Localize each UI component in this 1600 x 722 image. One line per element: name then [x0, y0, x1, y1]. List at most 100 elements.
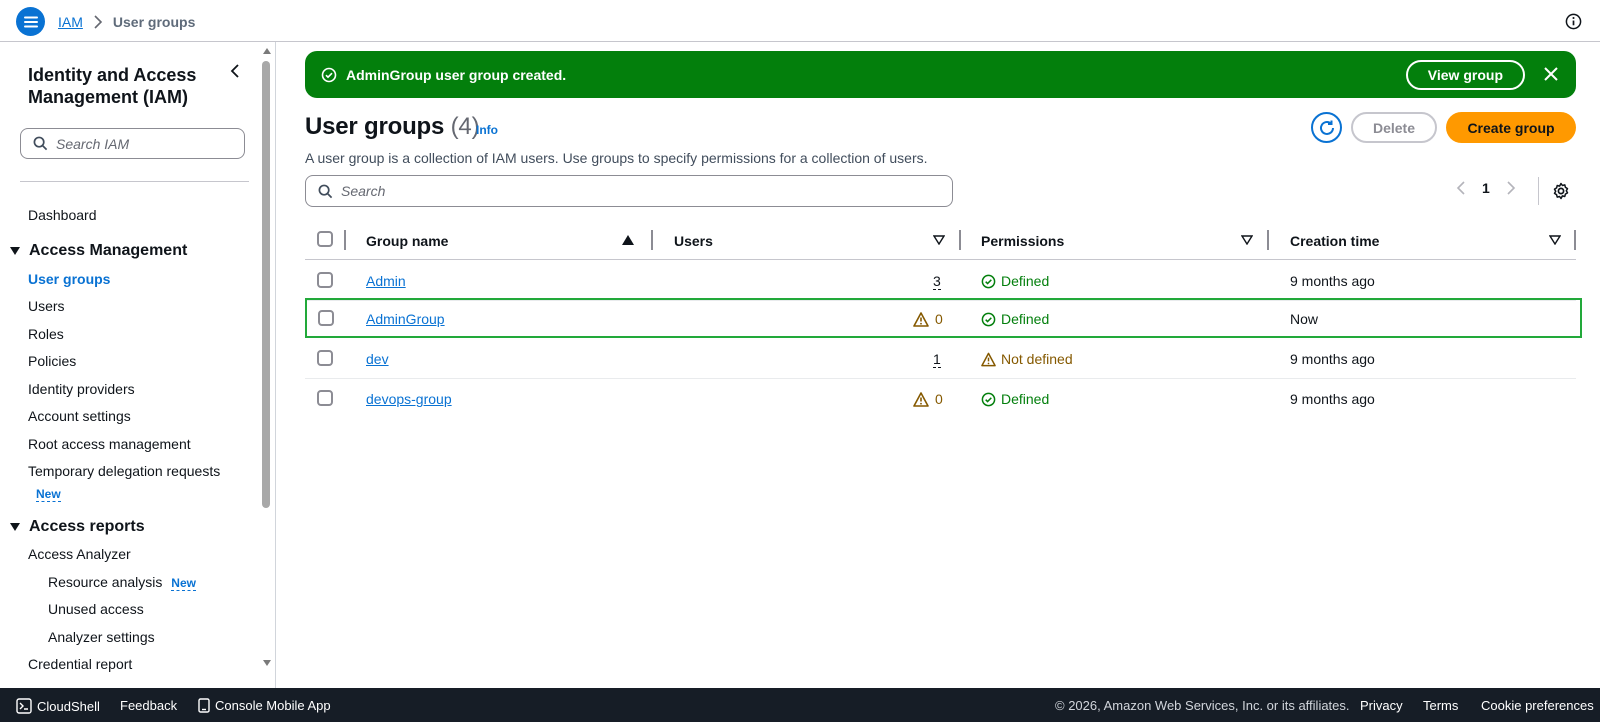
mobile-app-label: Console Mobile App [215, 698, 331, 713]
create-group-button[interactable]: Create group [1446, 112, 1576, 143]
group-name-link[interactable]: AdminGroup [366, 311, 445, 327]
sidebar-item-policies[interactable]: Policies [28, 353, 76, 369]
info-link[interactable]: Info [476, 123, 498, 137]
permissions-status: Defined [981, 391, 1049, 407]
sidebar-item-analyzer-settings[interactable]: Analyzer settings [48, 629, 155, 645]
row-checkbox[interactable] [317, 350, 333, 366]
sidebar-item-roles[interactable]: Roles [28, 326, 64, 342]
group-name-link[interactable]: devops-group [366, 391, 452, 407]
sidebar-item-resource-analysis[interactable]: Resource analysis New [48, 574, 196, 591]
scroll-down-arrow[interactable] [263, 660, 271, 666]
page-description: A user group is a collection of IAM user… [305, 150, 928, 166]
search-icon [33, 136, 48, 151]
chevron-right-icon[interactable] [1506, 181, 1516, 195]
sidebar-item-credential-report[interactable]: Credential report [28, 656, 132, 672]
info-icon[interactable] [1565, 13, 1582, 30]
sidebar-search [20, 128, 245, 159]
sort-icon[interactable] [1241, 235, 1253, 245]
table-search-input[interactable] [341, 183, 921, 199]
row-checkbox[interactable] [317, 390, 333, 406]
creation-time: 9 months ago [1290, 351, 1375, 367]
column-header-creation-time[interactable]: Creation time [1290, 233, 1379, 249]
sort-icon[interactable] [933, 235, 945, 245]
column-header-permissions[interactable]: Permissions [981, 233, 1064, 249]
user-count[interactable]: 3 [933, 273, 941, 290]
pagination: 1 [1456, 180, 1516, 196]
hamburger-icon [23, 16, 38, 27]
sidebar-title: Identity and Access Management (IAM) [28, 65, 197, 107]
page-title: User groups (4) [305, 113, 480, 141]
sidebar-item-dashboard[interactable]: Dashboard [28, 207, 97, 223]
table-search [305, 175, 953, 207]
sidebar-item-user-groups[interactable]: User groups [28, 271, 110, 287]
page-number[interactable]: 1 [1482, 180, 1490, 196]
row-checkbox[interactable] [318, 310, 334, 326]
sidebar-item-unused-access[interactable]: Unused access [48, 601, 144, 617]
delete-button[interactable]: Delete [1351, 112, 1437, 143]
success-flash-banner: AdminGroup user group created. View grou… [305, 51, 1576, 98]
warning-icon [913, 391, 929, 407]
table-row-highlighted[interactable]: AdminGroup 0 Defined Now [305, 298, 1582, 338]
creation-time: 9 months ago [1290, 391, 1375, 407]
group-name-link[interactable]: dev [366, 351, 389, 367]
permissions-label: Defined [1001, 391, 1050, 407]
permissions-label: Not defined [1001, 351, 1073, 367]
new-badge-label: New [36, 487, 61, 502]
column-header-group-name[interactable]: Group name [366, 233, 448, 249]
sidebar-scrollbar[interactable] [262, 61, 270, 508]
privacy-link[interactable]: Privacy [1360, 698, 1403, 713]
creation-time: Now [1290, 311, 1319, 327]
permissions-label: Defined [1001, 311, 1050, 327]
creation-time: 9 months ago [1290, 273, 1375, 289]
column-separator [651, 230, 653, 250]
table-row[interactable]: devops-group 0 Defined 9 months ago [305, 379, 1576, 419]
sidebar-item-identity-providers[interactable]: Identity providers [28, 381, 135, 397]
gear-icon[interactable] [1552, 182, 1570, 200]
user-count: 0 [935, 391, 943, 407]
sidebar-section-access-management[interactable]: Access Management [10, 242, 187, 260]
permissions-status: Defined [981, 273, 1049, 289]
breadcrumb-iam-link[interactable]: IAM [58, 14, 83, 30]
table-header: Group name Users Permissions Creation ti… [305, 224, 1576, 260]
user-count-warning: 0 [913, 391, 943, 407]
sort-icon[interactable] [1549, 235, 1561, 245]
pager-divider [1538, 177, 1539, 205]
sidebar-item-users[interactable]: Users [28, 298, 65, 314]
view-group-button[interactable]: View group [1405, 60, 1525, 90]
sidebar-search-input[interactable] [56, 135, 226, 152]
close-icon[interactable] [1542, 65, 1560, 83]
column-separator [1574, 230, 1576, 250]
refresh-icon [1319, 120, 1334, 135]
sidebar-item-account-settings[interactable]: Account settings [28, 408, 131, 424]
mobile-app-icon [198, 698, 210, 713]
sidebar-item-root-access-management[interactable]: Root access management [28, 436, 191, 452]
refresh-button[interactable] [1311, 112, 1342, 143]
flash-message: AdminGroup user group created. [346, 66, 567, 83]
column-separator [1267, 230, 1269, 250]
sidebar-item-temporary-delegation-requests[interactable]: Temporary delegation requests [28, 463, 220, 479]
terms-link[interactable]: Terms [1423, 698, 1458, 713]
user-count[interactable]: 1 [933, 351, 941, 368]
user-count: 0 [935, 311, 943, 327]
sort-ascending-icon[interactable] [622, 235, 634, 245]
column-header-users[interactable]: Users [674, 233, 713, 249]
row-checkbox[interactable] [317, 272, 333, 288]
scroll-up-arrow[interactable] [263, 48, 271, 54]
page-title-text: User groups [305, 113, 445, 140]
feedback-link[interactable]: Feedback [120, 698, 177, 713]
chevron-left-icon[interactable] [1456, 181, 1466, 195]
breadcrumb: IAM User groups [58, 14, 195, 30]
chevron-right-icon [94, 15, 103, 29]
cloudshell-button[interactable]: CloudShell [16, 698, 100, 714]
warning-icon [913, 311, 929, 327]
sidebar-item-access-analyzer[interactable]: Access Analyzer [28, 546, 131, 562]
console-mobile-app-link[interactable]: Console Mobile App [198, 698, 331, 713]
collapse-sidebar-icon[interactable] [228, 64, 242, 78]
group-name-link[interactable]: Admin [366, 273, 406, 289]
cookie-preferences-link[interactable]: Cookie preferences [1481, 698, 1594, 713]
select-all-checkbox[interactable] [317, 231, 333, 247]
sidebar-section-access-reports[interactable]: Access reports [10, 518, 145, 536]
table-row[interactable]: dev 1 Not defined 9 months ago [305, 339, 1576, 379]
table-row[interactable]: Admin 3 Defined 9 months ago [305, 261, 1576, 301]
menu-toggle-button[interactable] [16, 7, 45, 36]
